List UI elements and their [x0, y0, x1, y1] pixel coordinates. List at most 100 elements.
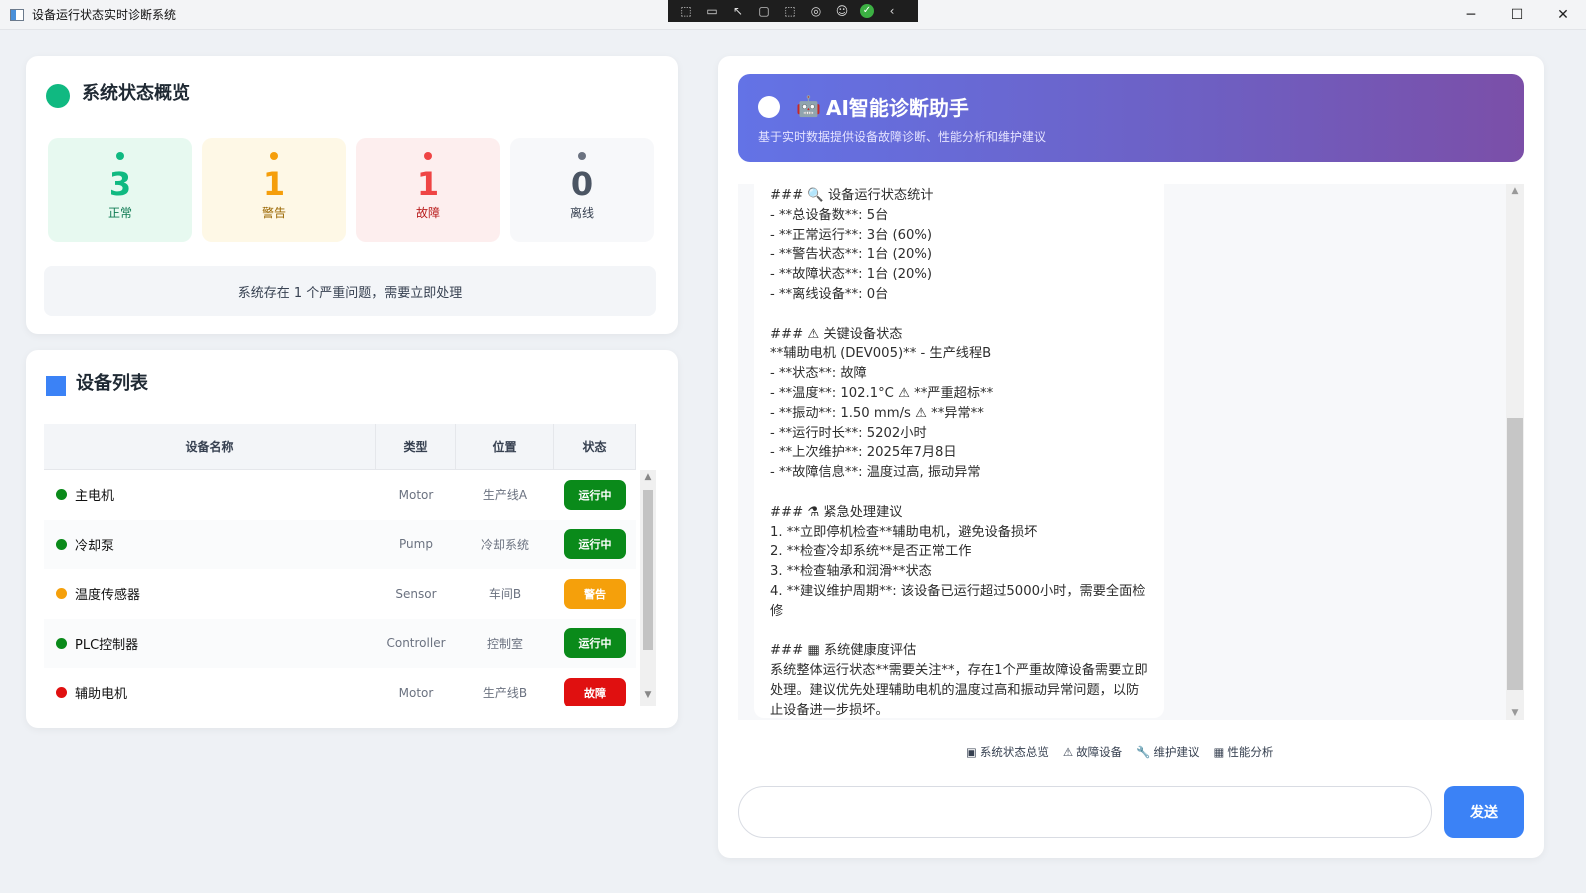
stat-normal-label: 正常	[107, 206, 132, 220]
device-location: 控制室	[486, 636, 523, 651]
chat-scroll-thumb[interactable]	[1507, 418, 1523, 690]
collapse-icon[interactable]: ‹	[884, 4, 900, 18]
device-type: Pump	[399, 537, 433, 552]
minimize-button[interactable]: ─	[1448, 0, 1494, 30]
debug-toolbar: ⬚ ▭ ↖ ▢ ⬚ ◎ ☺ ✓ ‹	[668, 0, 918, 22]
quick-action-label: 故障设备	[1076, 745, 1123, 759]
table-row[interactable]: 辅助电机 Motor 生产线B 故障	[44, 668, 636, 706]
scroll-up-icon[interactable]: ▲	[640, 472, 656, 486]
col-type[interactable]: 类型	[376, 424, 456, 469]
system-alert: 系统存在 1 个严重问题，需要立即处理	[44, 266, 656, 316]
stat-offline: 0 离线	[510, 138, 654, 242]
row-status-dot-icon	[56, 538, 67, 550]
chat-area[interactable]: ### 🔍 设备运行状态统计 - **总设备数**: 5台 - **正常运行**…	[738, 184, 1524, 720]
status-circle-icon	[758, 96, 780, 118]
check-icon[interactable]: ✓	[860, 4, 874, 18]
warning-icon: ⚠	[1062, 745, 1074, 759]
inspect-icon[interactable]: ⬚	[782, 4, 798, 18]
quick-action-label: 系统状态总览	[979, 745, 1049, 759]
device-location: 车间B	[488, 587, 522, 602]
status-badge: 故障	[564, 677, 626, 706]
scroll-down-icon[interactable]: ▼	[1506, 708, 1524, 718]
offline-dot-icon	[578, 152, 586, 160]
status-badge: 运行中	[564, 479, 626, 510]
send-button[interactable]: 发送	[1444, 786, 1524, 838]
quick-action-maintenance[interactable]: 🔧 维护建议	[1136, 744, 1199, 760]
ai-subtitle: 基于实时数据提供设备故障诊断、性能分析和维护建议	[758, 130, 1047, 144]
device-type: Motor	[398, 487, 434, 502]
ai-assistant-panel: 🤖 AI智能诊断助手 基于实时数据提供设备故障诊断、性能分析和维护建议 ### …	[718, 56, 1544, 858]
stats-row: 3 正常 1 警告 1 故障 0 离线	[48, 138, 654, 242]
robot-icon: 🤖	[796, 94, 821, 118]
select-element-icon[interactable]: ⬚	[678, 4, 694, 18]
device-table: 设备名称 类型 位置 状态 主电机 Motor 生产线A 运行中 冷却泵 Pum…	[44, 424, 656, 706]
hot-reload-icon[interactable]: ◎	[808, 4, 824, 18]
quick-action-performance[interactable]: ▦ 性能分析	[1214, 744, 1274, 760]
stat-normal-value: 3	[108, 165, 132, 203]
table-body: 主电机 Motor 生产线A 运行中 冷却泵 Pump 冷却系统 运行中 温度传…	[44, 470, 656, 706]
scroll-down-icon[interactable]: ▼	[640, 690, 656, 704]
col-status[interactable]: 状态	[554, 424, 636, 469]
device-location: 生产线B	[482, 686, 528, 701]
table-row[interactable]: 冷却泵 Pump 冷却系统 运行中	[44, 519, 636, 569]
chat-scrollbar[interactable]: ▲ ▼	[1506, 184, 1524, 720]
table-row[interactable]: PLC控制器 Controller 控制室 运行中	[44, 618, 636, 668]
row-status-dot-icon	[56, 637, 67, 649]
stat-offline-value: 0	[570, 165, 594, 203]
stat-fault-value: 1	[416, 165, 440, 203]
device-name: 冷却泵	[75, 538, 115, 554]
status-badge: 运行中	[564, 628, 626, 659]
scroll-up-icon[interactable]: ▲	[1506, 186, 1524, 196]
col-location[interactable]: 位置	[456, 424, 554, 469]
close-button[interactable]: ✕	[1540, 0, 1586, 30]
maximize-button[interactable]: ☐	[1494, 0, 1540, 30]
device-name: 辅助电机	[75, 687, 128, 703]
table-row[interactable]: 主电机 Motor 生产线A 运行中	[44, 470, 636, 520]
chat-input[interactable]	[738, 786, 1432, 838]
row-status-dot-icon	[56, 588, 67, 600]
device-type: Controller	[386, 636, 446, 651]
stat-fault: 1 故障	[356, 138, 500, 242]
device-list-panel: 设备列表 设备名称 类型 位置 状态 主电机 Motor 生产线A 运行中 冷却…	[26, 350, 678, 728]
window-title: 设备运行状态实时诊断系统	[32, 8, 177, 22]
overview-panel: 系统状态概览 3 正常 1 警告 1 故障 0 离线 系统存在 1 个严重问题，…	[26, 56, 678, 334]
quick-action-label: 性能分析	[1227, 745, 1274, 759]
wrench-icon: 🔧	[1136, 745, 1151, 759]
app-icon	[10, 8, 24, 21]
overview-title-text: 系统状态概览	[82, 83, 190, 104]
list-square-icon	[46, 376, 66, 396]
device-location: 冷却系统	[480, 537, 529, 552]
stat-warning: 1 警告	[202, 138, 346, 242]
table-header: 设备名称 类型 位置 状态	[44, 424, 636, 470]
table-scrollbar[interactable]: ▲ ▼	[640, 470, 656, 706]
fault-dot-icon	[424, 152, 432, 160]
pointer-icon[interactable]: ↖	[730, 4, 746, 18]
status-badge: 运行中	[564, 529, 626, 560]
assistant-message: ### 🔍 设备运行状态统计 - **总设备数**: 5台 - **正常运行**…	[754, 184, 1164, 718]
device-list-title-text: 设备列表	[76, 373, 148, 394]
quick-action-label: 维护建议	[1153, 745, 1200, 759]
row-status-dot-icon	[56, 687, 67, 699]
ai-title: AI智能诊断助手	[826, 96, 969, 120]
warning-dot-icon	[270, 152, 278, 160]
status-dot-icon	[46, 84, 70, 108]
video-icon[interactable]: ▭	[704, 4, 720, 18]
quick-action-overview[interactable]: ▣ 系统状态总览	[966, 744, 1049, 760]
row-status-dot-icon	[56, 489, 67, 501]
scroll-thumb[interactable]	[643, 490, 653, 650]
window-controls: ─ ☐ ✕	[1448, 0, 1586, 30]
device-name: 主电机	[75, 489, 115, 505]
table-row[interactable]: 温度传感器 Sensor 车间B 警告	[44, 569, 636, 619]
normal-dot-icon	[116, 152, 124, 160]
accessibility-icon[interactable]: ☺	[834, 4, 850, 18]
device-name: PLC控制器	[75, 637, 139, 653]
quick-action-faults[interactable]: ⚠ 故障设备	[1063, 744, 1122, 760]
device-location: 生产线A	[482, 488, 528, 503]
frame-icon[interactable]: ▢	[756, 4, 772, 18]
device-list-title: 设备列表	[46, 368, 148, 396]
device-type: Sensor	[395, 586, 437, 601]
stat-offline-label: 离线	[569, 206, 594, 220]
chart-icon: ▦	[1213, 745, 1225, 759]
stat-fault-label: 故障	[415, 206, 440, 220]
col-name[interactable]: 设备名称	[44, 424, 376, 469]
